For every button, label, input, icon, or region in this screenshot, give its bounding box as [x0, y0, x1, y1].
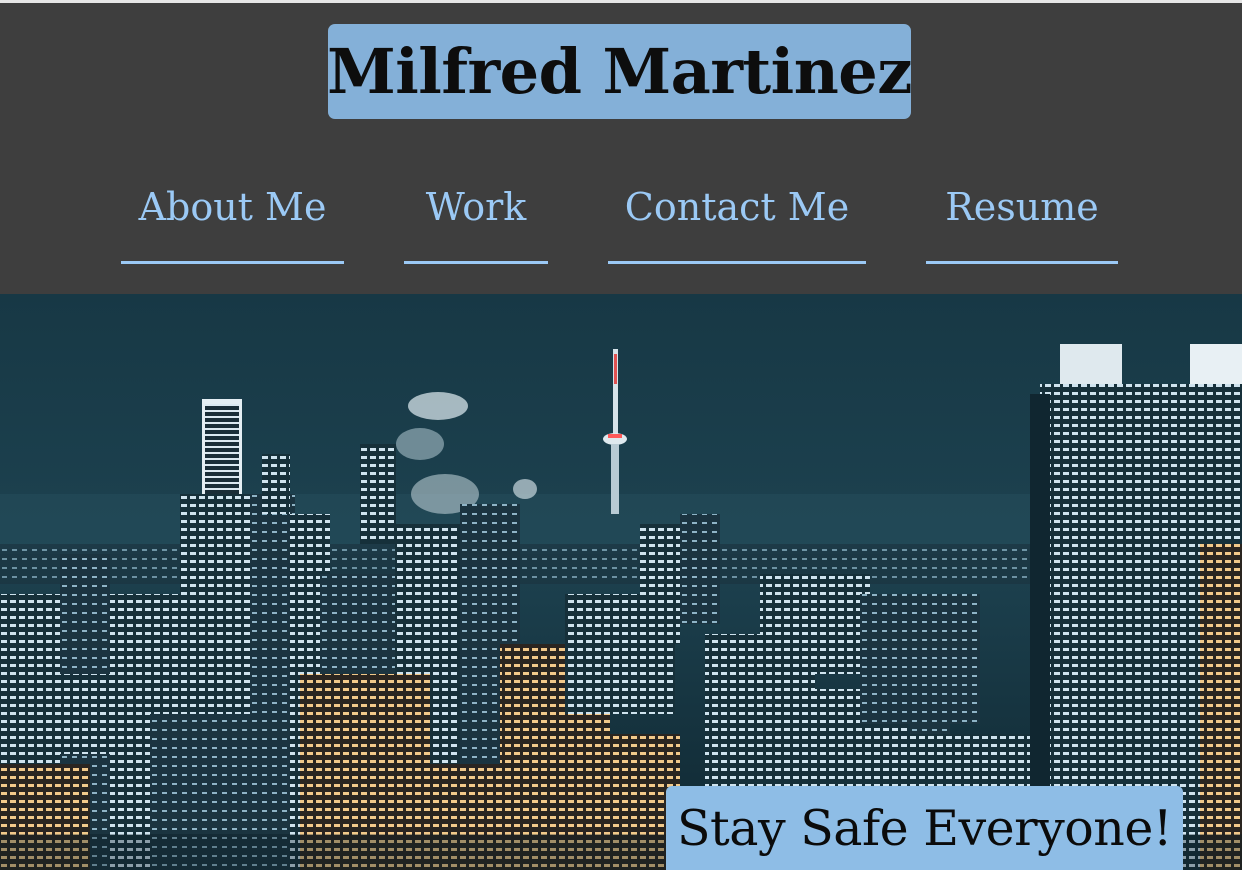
nav-link-label: Work [425, 185, 527, 229]
nav-link-label: Resume [945, 185, 1099, 229]
hero-city-image [0, 294, 1242, 870]
nav-link-about-me[interactable]: About Me [121, 188, 344, 264]
site-title: Milfred Martinez [327, 35, 912, 108]
city-skyline-illustration [0, 294, 1242, 870]
site-title-box: Milfred Martinez [327, 24, 912, 119]
stay-safe-banner: Stay Safe Everyone! [666, 786, 1183, 870]
banner-text: Stay Safe Everyone! [676, 799, 1173, 857]
nav-link-contact-me[interactable]: Contact Me [608, 188, 866, 264]
nav-link-label: Contact Me [624, 185, 850, 229]
nav-link-label: About Me [138, 185, 327, 229]
nav-link-resume[interactable]: Resume [926, 188, 1118, 264]
nav-link-work[interactable]: Work [404, 188, 548, 264]
